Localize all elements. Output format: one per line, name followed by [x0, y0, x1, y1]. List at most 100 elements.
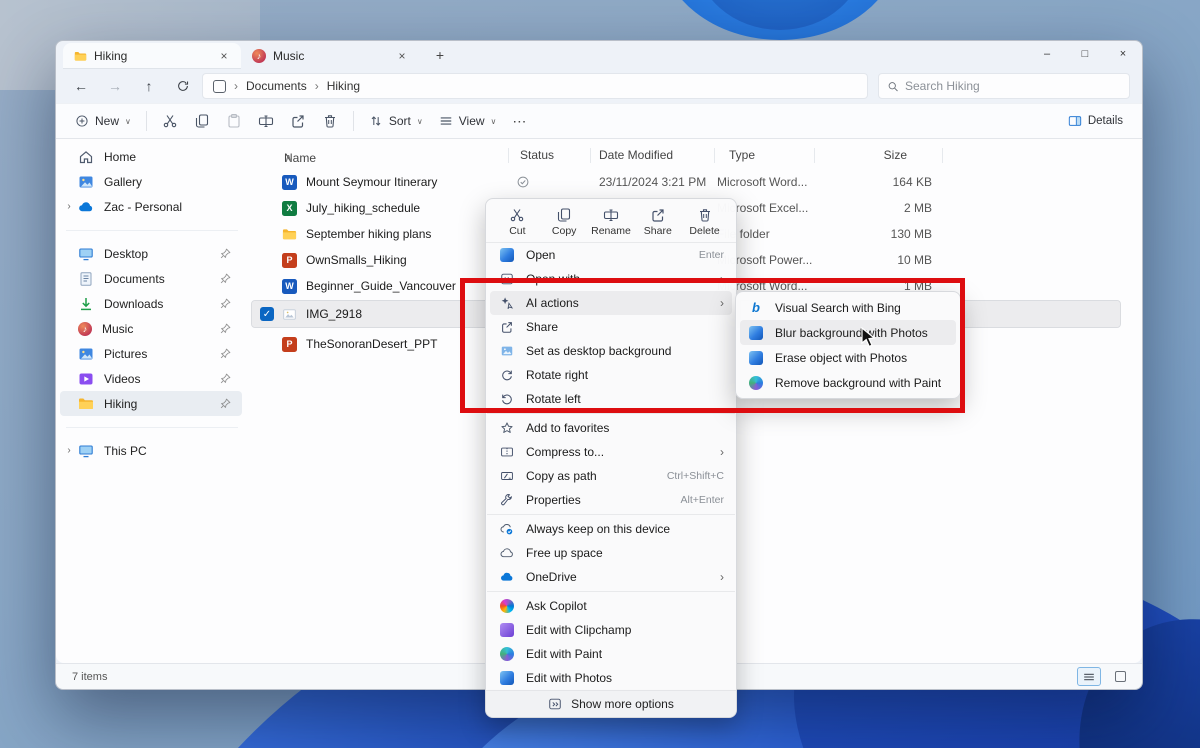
menu-item-onedrive[interactable]: OneDrive › — [490, 565, 732, 589]
back-button[interactable]: ← — [66, 73, 96, 99]
forward-button[interactable]: → — [100, 73, 130, 99]
cloud-outline-icon — [500, 546, 514, 560]
menu-item-free-up-space[interactable]: Free up space — [490, 541, 732, 565]
cut-button[interactable]: Cut — [496, 207, 538, 237]
maximize-button[interactable]: □ — [1066, 41, 1104, 67]
column-divider[interactable] — [942, 148, 943, 163]
sort-arrows-icon — [369, 114, 383, 128]
this-pc-icon — [78, 443, 94, 459]
rename-button[interactable] — [251, 107, 281, 135]
details-pane-icon — [1068, 114, 1082, 128]
breadcrumb-documents[interactable]: Documents — [246, 79, 307, 93]
sidebar-item-desktop[interactable]: Desktop — [60, 241, 242, 266]
gallery-icon — [78, 174, 94, 190]
sort-button[interactable]: Sort ∨ — [362, 107, 430, 135]
context-menu: Cut Copy Rename Share Delete Open Enter … — [485, 198, 737, 718]
chevron-right-icon[interactable]: › — [62, 445, 76, 456]
column-divider[interactable] — [508, 148, 509, 163]
menu-item-compress-to[interactable]: Compress to... › — [490, 440, 732, 464]
chevron-right-icon[interactable]: › — [62, 201, 76, 212]
command-toolbar: New ∨ Sort ∨ View ∨ ⋯ Details — [56, 103, 1142, 139]
sidebar-item-documents[interactable]: Documents — [60, 266, 242, 291]
refresh-button[interactable] — [168, 73, 198, 99]
copy-button[interactable]: Copy — [543, 207, 585, 237]
column-header-date-modified[interactable]: Date Modified — [599, 148, 673, 162]
tab-hiking[interactable]: Hiking × — [63, 43, 241, 69]
menu-item-edit-with-paint[interactable]: Edit with Paint — [490, 642, 732, 666]
rename-button[interactable]: Rename — [590, 207, 632, 237]
column-header-type[interactable]: Type — [729, 148, 755, 162]
tab-music[interactable]: ♪ Music × — [241, 43, 419, 69]
onedrive-cloud-icon — [500, 570, 514, 584]
column-header-status[interactable]: Status — [520, 148, 554, 162]
tab-label: Hiking — [94, 49, 209, 63]
rename-icon — [603, 207, 619, 223]
address-bar[interactable]: › Documents › Hiking — [202, 73, 868, 99]
details-view-button[interactable] — [1077, 667, 1101, 686]
breadcrumb-hiking[interactable]: Hiking — [327, 79, 360, 93]
paste-icon — [226, 113, 242, 129]
delete-button[interactable]: Delete — [684, 207, 726, 237]
tab-close-icon[interactable]: × — [216, 49, 232, 63]
column-divider[interactable] — [814, 148, 815, 163]
share-button[interactable] — [283, 107, 313, 135]
copy-icon — [194, 113, 210, 129]
breadcrumb-separator: › — [234, 79, 238, 93]
file-row[interactable]: W Mount Seymour Itinerary 23/11/2024 3:2… — [252, 169, 1120, 195]
column-headers: Name ∧ Status Date Modified Type Size — [252, 145, 1130, 167]
tab-bar: Hiking × ♪ Music × + – □ × — [56, 41, 1142, 69]
menu-item-edit-with-photos[interactable]: Edit with Photos — [490, 666, 732, 690]
delete-button[interactable] — [315, 107, 345, 135]
large-icons-view-button[interactable] — [1108, 667, 1132, 686]
sidebar-item-gallery[interactable]: Gallery — [60, 169, 242, 194]
new-button[interactable]: New ∨ — [68, 107, 138, 135]
new-tab-button[interactable]: + — [427, 47, 453, 63]
checkbox-checked[interactable]: ✓ — [260, 307, 274, 321]
column-header-size[interactable]: Size — [827, 148, 932, 162]
menu-item-add-to-favorites[interactable]: Add to favorites — [490, 416, 732, 440]
search-box[interactable] — [878, 73, 1130, 99]
minimize-button[interactable]: – — [1028, 41, 1066, 67]
sidebar-item-pictures[interactable]: Pictures — [60, 341, 242, 366]
sidebar-item-music[interactable]: ♪ Music — [60, 316, 242, 341]
pin-icon — [219, 297, 232, 310]
column-divider[interactable] — [590, 148, 591, 163]
menu-item-ask-copilot[interactable]: Ask Copilot — [490, 594, 732, 618]
copy-button[interactable] — [187, 107, 217, 135]
share-icon — [650, 207, 666, 223]
share-button[interactable]: Share — [637, 207, 679, 237]
toolbar-divider — [146, 111, 147, 131]
column-divider[interactable] — [714, 148, 715, 163]
menu-item-copy-as-path[interactable]: Copy as path Ctrl+Shift+C — [490, 464, 732, 488]
menu-item-always-keep-on-this-device[interactable]: Always keep on this device — [490, 517, 732, 541]
cut-button[interactable] — [155, 107, 185, 135]
view-button[interactable]: View ∨ — [432, 107, 504, 135]
sidebar-item-videos[interactable]: Videos — [60, 366, 242, 391]
menu-item-open[interactable]: Open Enter — [490, 243, 732, 267]
menu-item-properties[interactable]: Properties Alt+Enter — [490, 488, 732, 512]
paste-button[interactable] — [219, 107, 249, 135]
copilot-icon — [500, 599, 514, 613]
menu-item-edit-with-clipchamp[interactable]: Edit with Clipchamp — [490, 618, 732, 642]
chevron-down-icon: ∨ — [491, 117, 497, 126]
sidebar-item-home[interactable]: Home — [60, 144, 242, 169]
sidebar-item-this-pc[interactable]: › This PC — [60, 438, 242, 463]
cloud-check-icon — [500, 522, 514, 536]
see-more-button[interactable]: ⋯ — [505, 107, 533, 135]
details-pane-button[interactable]: Details — [1061, 107, 1130, 135]
tab-label: Music — [273, 49, 387, 63]
breadcrumb-separator: › — [315, 79, 319, 93]
tab-close-icon[interactable]: × — [394, 49, 410, 63]
close-button[interactable]: × — [1104, 41, 1142, 67]
item-count: 7 items — [72, 671, 107, 683]
sidebar-item-onedrive-personal[interactable]: › Zac - Personal — [60, 194, 242, 219]
zip-folder-icon — [500, 445, 514, 459]
photos-app-icon — [500, 248, 514, 262]
sidebar-item-hiking[interactable]: Hiking — [60, 391, 242, 416]
menu-item-show-more-options[interactable]: Show more options — [486, 690, 736, 717]
search-input[interactable] — [905, 79, 1121, 93]
sidebar-item-downloads[interactable]: Downloads — [60, 291, 242, 316]
sidebar-divider — [56, 416, 248, 438]
up-button[interactable]: ↑ — [134, 73, 164, 99]
pin-icon — [219, 322, 232, 335]
